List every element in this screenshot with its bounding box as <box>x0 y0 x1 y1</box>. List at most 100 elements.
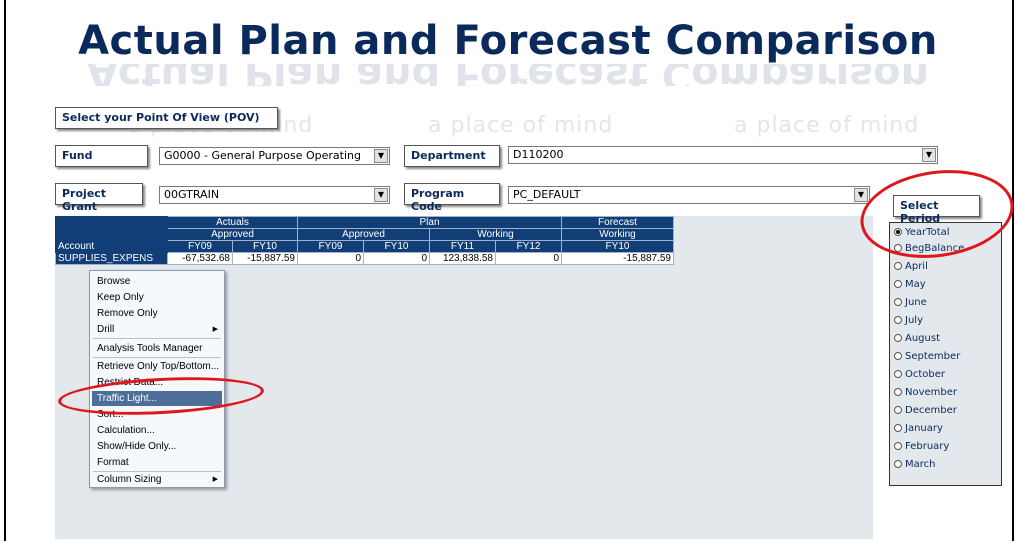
radio-label: January <box>905 423 943 434</box>
department-select[interactable]: D110200 ▼ <box>508 146 938 164</box>
radio-february[interactable]: February <box>894 441 949 457</box>
period-radio-group: YearTotal BegBalance April May June July… <box>889 222 1002 486</box>
project-grant-select[interactable]: 00GTRAIN ▼ <box>159 186 390 204</box>
value-cell[interactable]: 123,838.58 <box>429 252 496 265</box>
year-header: FY10 <box>232 240 298 253</box>
program-code-select[interactable]: PC_DEFAULT ▼ <box>508 186 870 204</box>
subgroup-header: Approved <box>297 228 430 241</box>
grid-corner <box>55 228 168 241</box>
radio-label: July <box>905 315 923 326</box>
page-title-reflection: Actual Plan and Forecast Comparison <box>0 64 1016 86</box>
menu-item-show-hide-only[interactable]: Show/Hide Only... <box>92 439 222 454</box>
pov-label: Select your Point Of View (POV) <box>55 107 278 129</box>
menu-item-label: Column Sizing <box>97 474 162 485</box>
chevron-down-icon[interactable]: ▼ <box>374 188 388 202</box>
fund-select-value: G0000 - General Purpose Operating <box>164 149 361 162</box>
year-header: FY09 <box>167 240 233 253</box>
group-header-forecast: Forecast <box>561 216 674 229</box>
radio-unchecked-icon <box>894 298 902 306</box>
value-cell[interactable]: -15,887.59 <box>561 252 674 265</box>
value-cell[interactable]: -15,887.59 <box>232 252 298 265</box>
chevron-down-icon[interactable]: ▼ <box>374 149 388 163</box>
radio-january[interactable]: January <box>894 423 943 439</box>
radio-june[interactable]: June <box>894 297 927 313</box>
project-grant-select-value: 00GTRAIN <box>164 188 220 201</box>
radio-august[interactable]: August <box>894 333 940 349</box>
radio-may[interactable]: May <box>894 279 926 295</box>
radio-october[interactable]: October <box>894 369 945 385</box>
year-header: FY10 <box>363 240 430 253</box>
table-row: SUPPLIES_EXPENS -67,532.68 -15,887.59 0 … <box>55 252 674 265</box>
radio-march[interactable]: March <box>894 459 935 475</box>
radio-april[interactable]: April <box>894 261 928 277</box>
fund-select[interactable]: G0000 - General Purpose Operating ▼ <box>159 147 390 165</box>
radio-unchecked-icon <box>894 370 902 378</box>
subgroup-header: Working <box>561 228 674 241</box>
radio-label: August <box>905 333 940 344</box>
fund-label: Fund <box>55 145 148 167</box>
menu-item-browse[interactable]: Browse <box>92 274 222 289</box>
radio-label: May <box>905 279 926 290</box>
menu-separator <box>93 338 221 339</box>
menu-item-keep-only[interactable]: Keep Only <box>92 290 222 305</box>
radio-label: October <box>905 369 946 380</box>
radio-unchecked-icon <box>894 280 902 288</box>
submenu-arrow-icon: ▶ <box>212 476 218 483</box>
radio-label: March <box>905 459 936 470</box>
program-code-select-value: PC_DEFAULT <box>513 188 581 201</box>
menu-item-calculation[interactable]: Calculation... <box>92 423 222 438</box>
radio-label: February <box>905 441 950 452</box>
year-header: FY11 <box>429 240 496 253</box>
page-title: Actual Plan and Forecast Comparison <box>78 18 938 64</box>
watermark: a place of mind <box>734 113 920 138</box>
watermark: a place of mind <box>428 113 614 138</box>
value-cell[interactable]: -67,532.68 <box>167 252 233 265</box>
grid-corner <box>55 216 168 229</box>
radio-unchecked-icon <box>894 406 902 414</box>
radio-unchecked-icon <box>894 334 902 342</box>
menu-item-label: Drill <box>97 324 115 335</box>
value-cell[interactable]: 0 <box>297 252 364 265</box>
department-select-value: D110200 <box>513 148 564 161</box>
radio-november[interactable]: November <box>894 387 957 403</box>
year-header: FY10 <box>561 240 674 253</box>
subgroup-header: Working <box>429 228 562 241</box>
radio-unchecked-icon <box>894 352 902 360</box>
radio-unchecked-icon <box>894 262 902 270</box>
value-cell[interactable]: 0 <box>363 252 430 265</box>
menu-item-format[interactable]: Format <box>92 455 222 470</box>
radio-unchecked-icon <box>894 424 902 432</box>
radio-label: November <box>905 387 958 398</box>
radio-july[interactable]: July <box>894 315 923 331</box>
radio-label: September <box>905 351 961 362</box>
account-cell[interactable]: SUPPLIES_EXPENS <box>55 252 168 265</box>
group-header-plan: Plan <box>297 216 562 229</box>
radio-september[interactable]: September <box>894 351 960 367</box>
menu-separator <box>93 357 221 358</box>
radio-label: December <box>905 405 957 416</box>
radio-unchecked-icon <box>894 316 902 324</box>
menu-item-analysis-tools-manager[interactable]: Analysis Tools Manager <box>92 341 222 356</box>
menu-item-remove-only[interactable]: Remove Only <box>92 306 222 321</box>
subgroup-header: Approved <box>167 228 298 241</box>
year-header: FY09 <box>297 240 364 253</box>
chevron-down-icon[interactable]: ▼ <box>854 188 868 202</box>
chevron-down-icon[interactable]: ▼ <box>922 148 936 162</box>
radio-unchecked-icon <box>894 388 902 396</box>
menu-item-retrieve-only-top-bottom[interactable]: Retrieve Only Top/Bottom... <box>92 359 222 374</box>
radio-december[interactable]: December <box>894 405 957 421</box>
radio-label: June <box>905 297 927 308</box>
menu-item-drill[interactable]: Drill ▶ <box>92 322 222 337</box>
group-header-actuals: Actuals <box>167 216 298 229</box>
year-header: FY12 <box>495 240 562 253</box>
radio-unchecked-icon <box>894 460 902 468</box>
account-header: Account <box>55 240 168 253</box>
submenu-arrow-icon: ▶ <box>212 326 218 333</box>
project-grant-label: Project Grant <box>55 183 143 213</box>
program-code-label: Program Code <box>404 183 500 213</box>
value-cell[interactable]: 0 <box>495 252 562 265</box>
menu-item-column-sizing[interactable]: Column Sizing ▶ <box>92 472 222 487</box>
radio-label: April <box>905 261 928 272</box>
data-grid: Actuals Plan Forecast Approved Approved … <box>55 216 674 265</box>
department-label: Department <box>404 145 500 167</box>
